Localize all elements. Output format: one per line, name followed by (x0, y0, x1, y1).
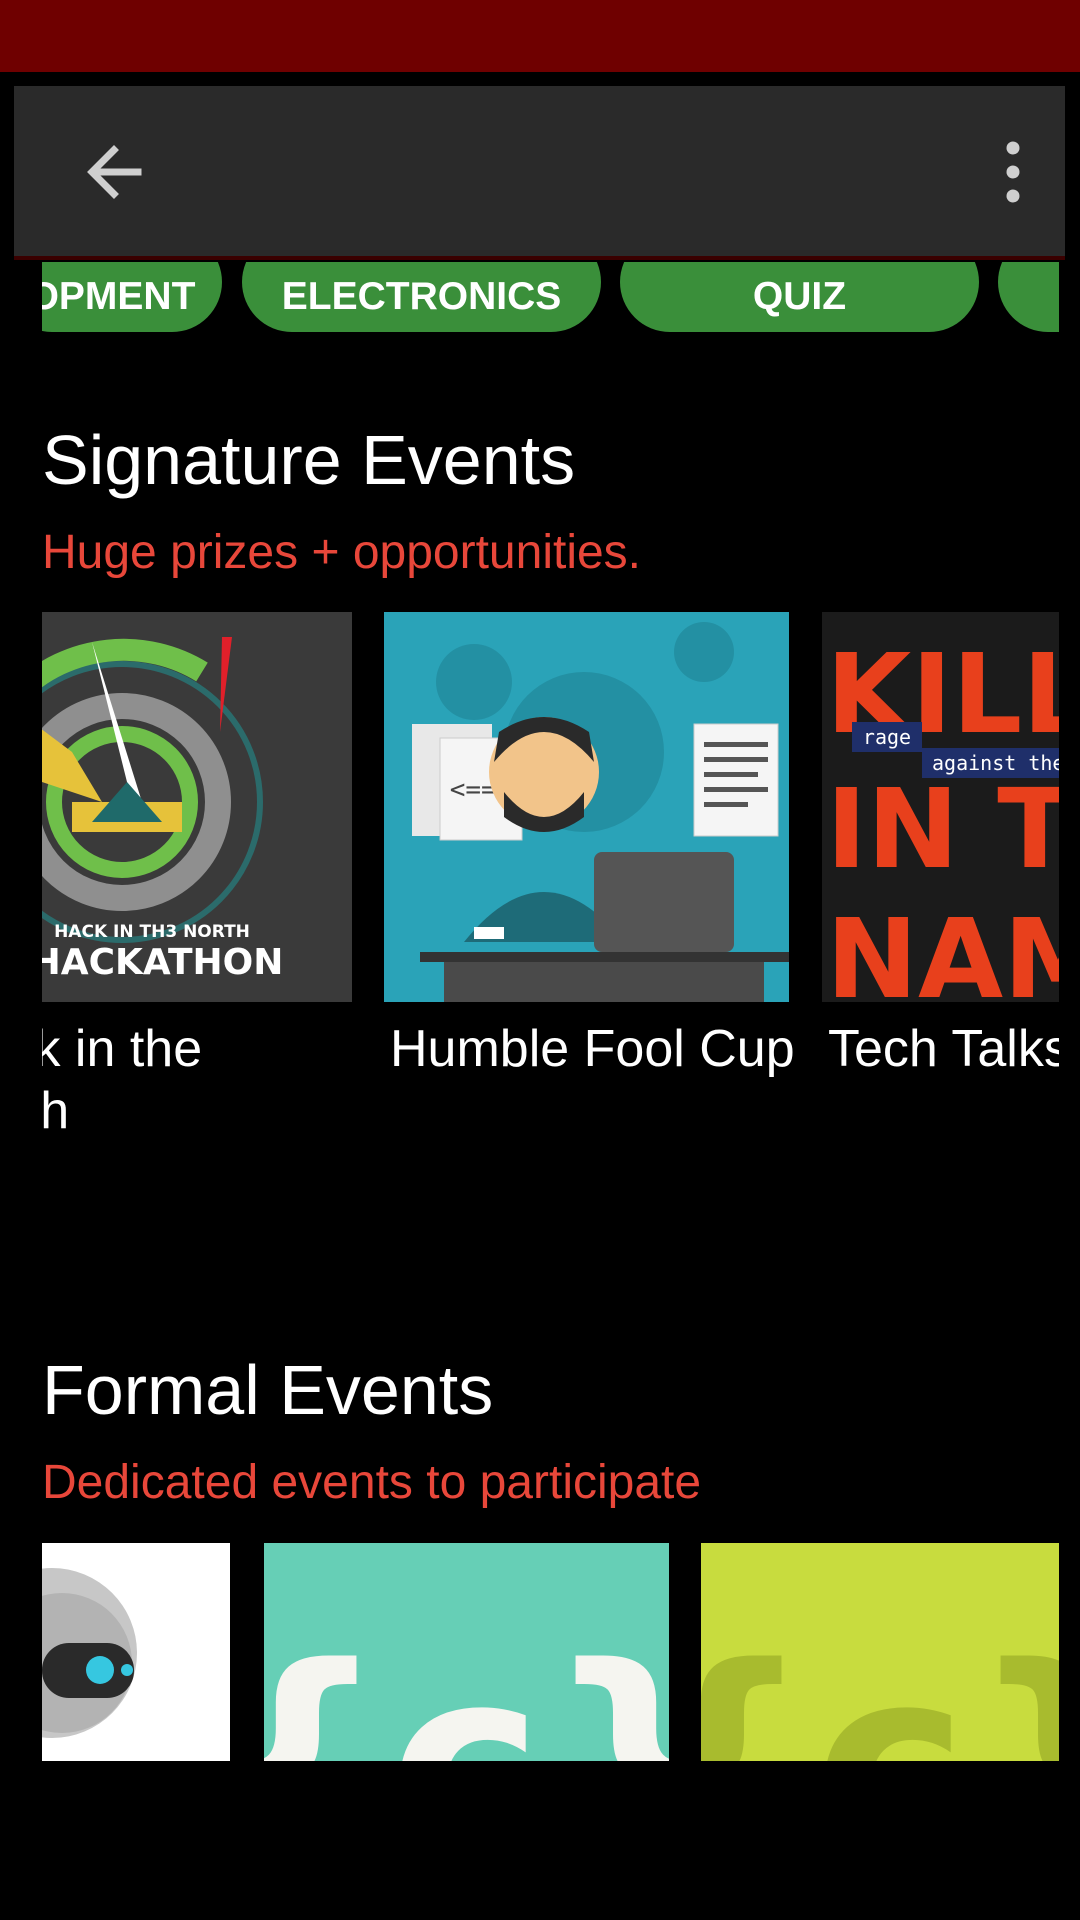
event-card[interactable]: HACK IN TH3 NORTH HACKATHON Hack in the … (42, 612, 352, 1212)
formal-events-subheading: Dedicated events to participate (42, 1456, 702, 1509)
poster-tag: against the (932, 751, 1059, 775)
c-logo-glyph: {c} (701, 1613, 1059, 1761)
event-card-title: Tech Talks (828, 1020, 1059, 1078)
category-chip[interactable]: ELECTRONICS (242, 262, 601, 332)
formal-events-carousel: {c} {c} (42, 1543, 1059, 1761)
tech-talks-poster: KILLING IN THE NAME rage against the (822, 612, 1059, 1002)
category-chip[interactable] (998, 262, 1059, 332)
signature-events-heading: Signature Events (42, 421, 576, 499)
coder-illustration: <==> (384, 612, 789, 1002)
event-tile[interactable]: {c} (701, 1543, 1059, 1761)
poster-caption: HACK IN TH3 NORTH (54, 922, 250, 942)
hackathon-poster: HACK IN TH3 NORTH HACKATHON (42, 612, 352, 1002)
event-tile[interactable]: {c} (264, 1543, 669, 1761)
poster-word: NAME (826, 895, 1059, 1002)
category-chip[interactable]: OPMENT (42, 262, 222, 332)
more-options-icon[interactable] (990, 134, 1036, 210)
signature-events-carousel: HACK IN TH3 NORTH HACKATHON Hack in the … (42, 612, 1059, 1212)
chip-label: QUIZ (752, 275, 847, 318)
app-toolbar (14, 86, 1065, 256)
c-logo-glyph: {c} (264, 1613, 669, 1761)
formal-events-heading: Formal Events (42, 1351, 494, 1429)
poster-word: IN THE (826, 765, 1059, 893)
event-tile[interactable] (42, 1543, 230, 1761)
event-card-title: Humble Fool Cup (390, 1020, 795, 1078)
category-chip-row: OPMENT ELECTRONICS QUIZ (42, 262, 1059, 334)
event-card-title: Hack in the North (42, 1020, 203, 1140)
poster-tag: rage (863, 725, 911, 749)
status-bar (0, 0, 1080, 72)
signature-events-subheading: Huge prizes + opportunities. (42, 526, 642, 579)
event-card[interactable]: <==> Humble Fool Cup (384, 612, 795, 1212)
chip-label: OPMENT (42, 275, 196, 318)
robot-illustration (42, 1543, 230, 1761)
poster-title: HACKATHON (42, 942, 283, 983)
event-card[interactable]: KILLING IN THE NAME rage against the Tec… (822, 612, 1059, 1212)
category-chip[interactable]: QUIZ (620, 262, 979, 332)
back-arrow-icon[interactable] (76, 134, 152, 210)
chip-label: ELECTRONICS (281, 275, 562, 318)
